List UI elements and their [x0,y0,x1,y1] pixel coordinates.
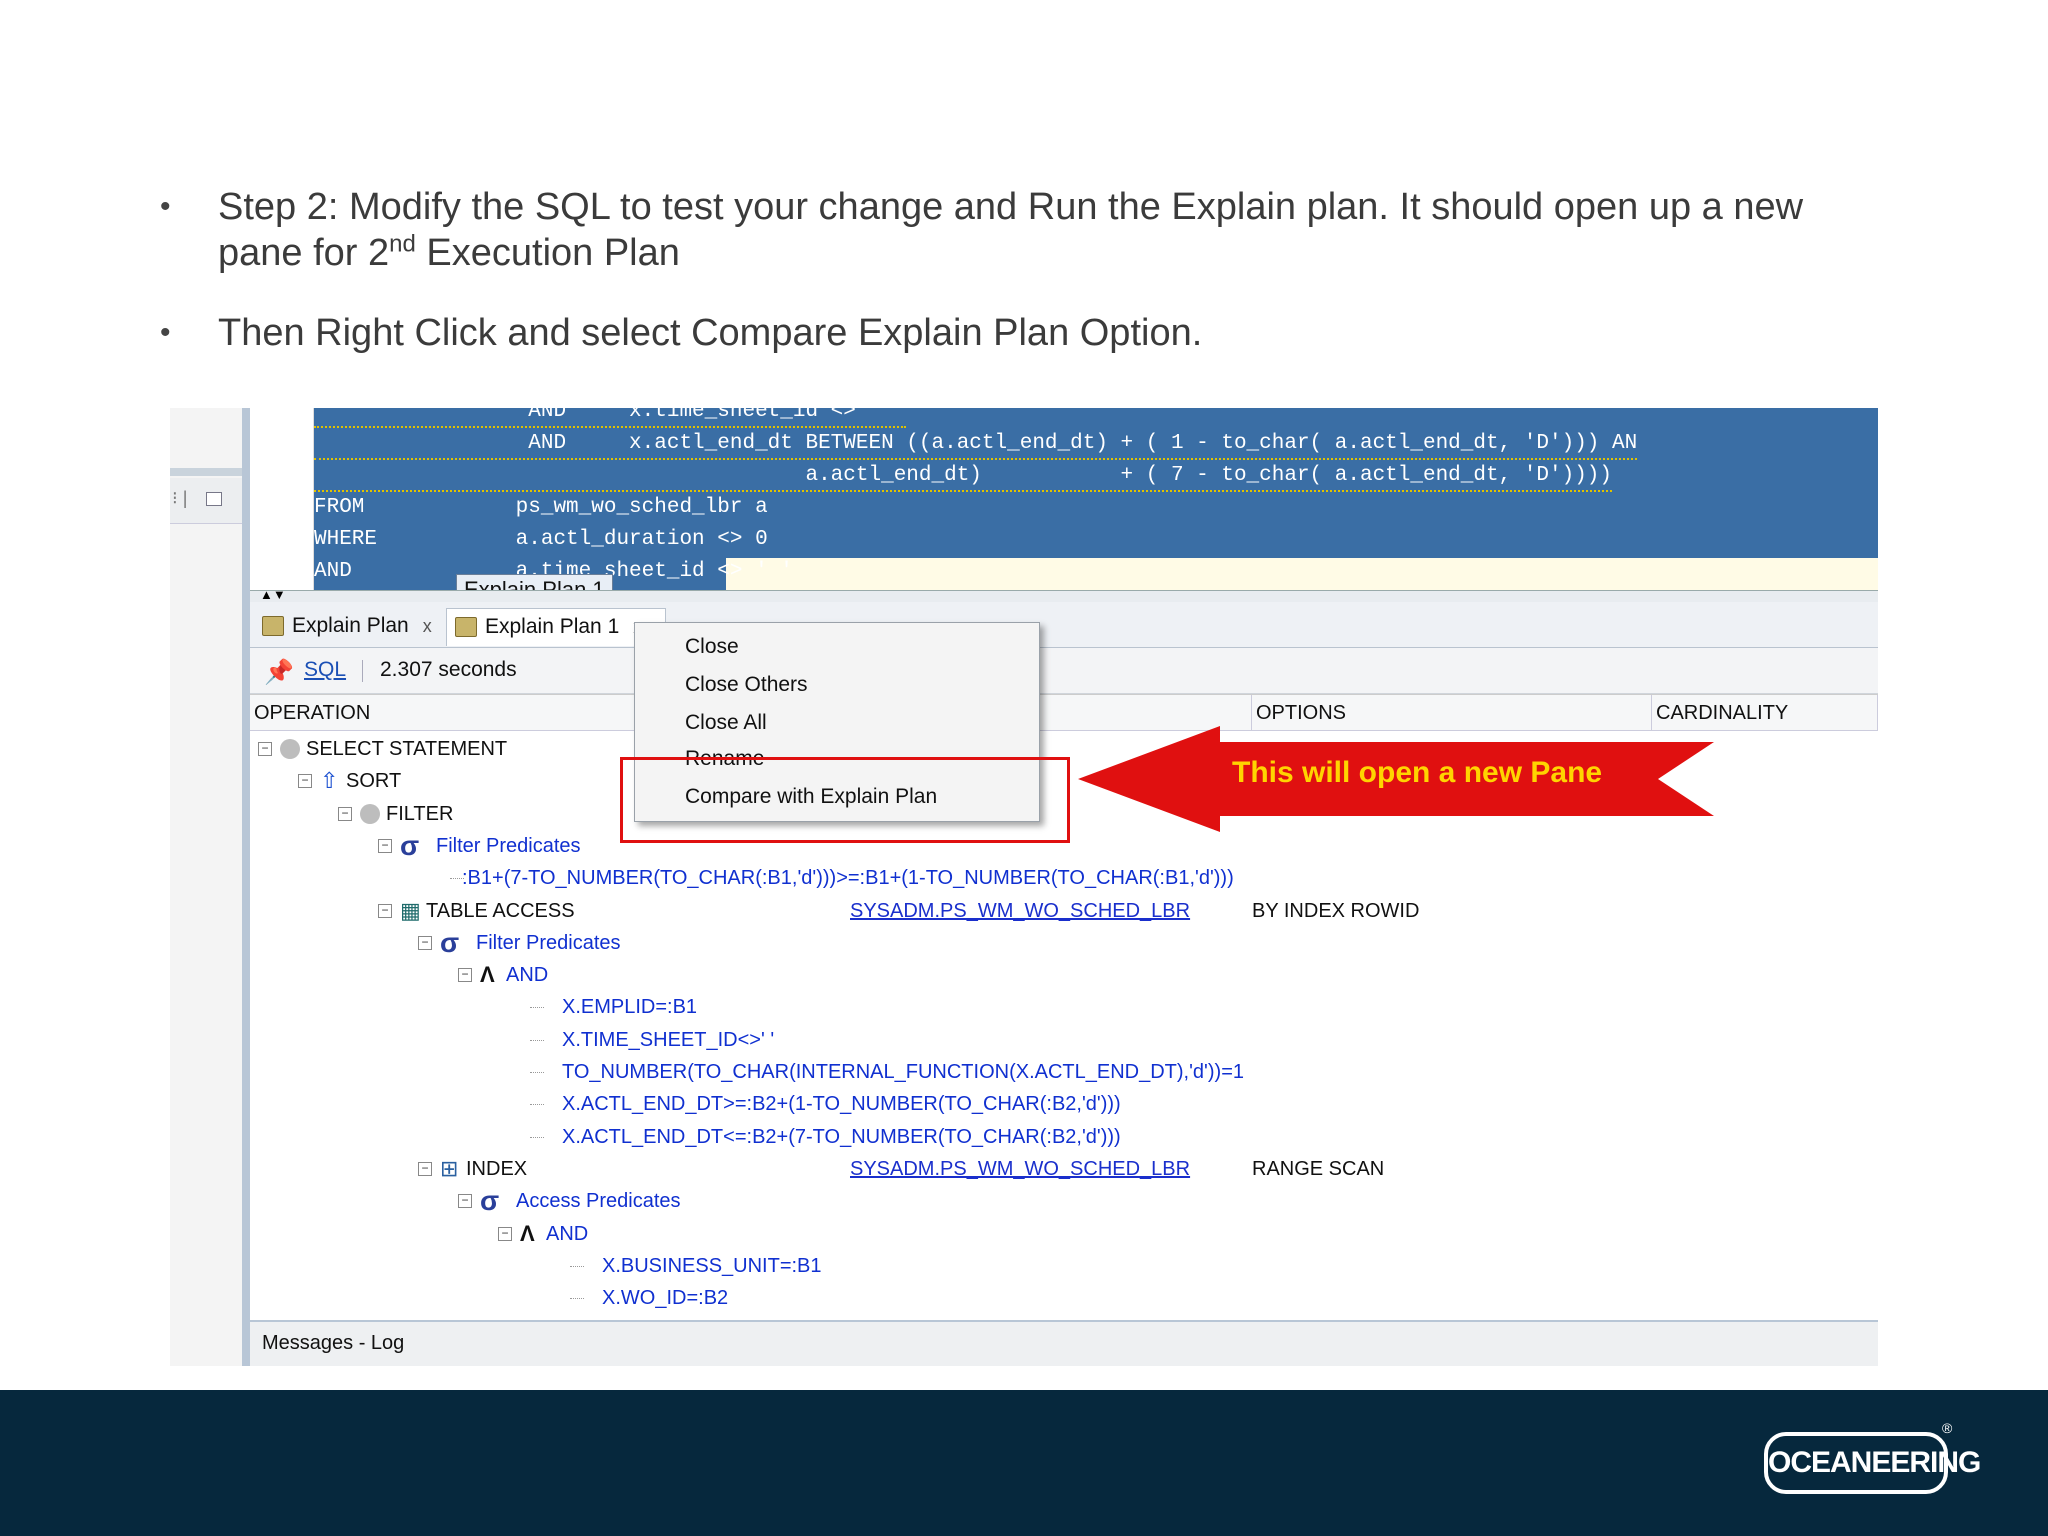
sort-icon: ⇧ [320,768,339,794]
collapse-toggle-icon[interactable]: − [258,742,272,756]
predicate-icon: σ [440,926,460,958]
bullet-step2: • Step 2: Modify the SQL to test your ch… [160,184,1960,276]
table-row[interactable]: X.TIME_SHEET_ID<>' ' [250,1024,1878,1056]
collapse-toggle-icon[interactable]: − [498,1226,512,1241]
bullet-dot: • [160,190,171,223]
pane-splitter[interactable]: ▲▼ [250,587,1878,602]
collapse-toggle-icon[interactable]: − [458,968,472,983]
close-icon[interactable]: x [423,616,432,636]
sql-editor[interactable]: AND x.time_sheet_id <> ' ' AND x.actl_en… [250,408,1878,590]
highlight-box [620,757,1070,843]
table-row[interactable]: X.WO_ID=:B2 [250,1282,1878,1314]
operation-label: Access Predicates [516,1190,681,1213]
operation-label: SELECT STATEMENT [306,738,508,760]
pin-icon[interactable]: 📌 [264,658,294,687]
editor-line: a.actl_end_dt) + ( 7 - to_char( a.actl_e… [314,460,1613,492]
menu-item-close[interactable]: Close [685,635,739,659]
predicate-icon: σ [400,829,420,861]
explain-plan-icon [455,617,477,637]
bullet-step2-line1: Step 2: Modify the SQL to test your chan… [218,186,1804,228]
operation-label: X.ACTL_END_DT>=:B2+(1-TO_NUMBER(TO_CHAR(… [562,1093,1121,1116]
results-toolbar: 📌 SQL 2.307 seconds [250,648,1878,694]
table-row[interactable]: :B1+(7-TO_NUMBER(TO_CHAR(:B1,'d')))>=:B1… [250,862,1878,894]
table-row[interactable]: X.EMPLID=:B1 [250,991,1878,1023]
registered-mark: ® [1942,1420,1953,1436]
callout-text: This will open a new Pane [1232,756,1603,789]
operation-node-icon [280,739,300,759]
menu-item-close-others[interactable]: Close Others [685,673,808,697]
collapse-toggle-icon[interactable]: − [298,774,312,789]
operation-label: X.BUSINESS_UNIT=:B1 [602,1254,822,1277]
operation-label: TO_NUMBER(TO_CHAR(INTERNAL_FUNCTION(X.AC… [562,1061,1244,1083]
editor-gutter [250,408,314,590]
table-icon: ▦ [400,897,421,923]
editor-line: AND x.time_sheet_id <> ' ' [314,408,907,428]
oceaneering-logo: OCEANEERING [1764,1432,1981,1494]
operation-label: X.EMPLID=:B1 [562,996,698,1019]
table-row[interactable]: X.ACTL_END_DT<=:B2+(7-TO_NUMBER(TO_CHAR(… [250,1121,1878,1153]
collapse-toggle-icon[interactable]: − [458,1194,472,1209]
collapse-arrows-icon[interactable]: ▲▼ [260,587,286,602]
menu-item-close-all[interactable]: Close All [685,711,767,735]
sql-link[interactable]: SQL [304,658,346,682]
ide-screenshot: ⁝ | AND x.time_sheet_id <> ' ' AND x.act… [170,408,1878,1366]
editor-line: AND x.actl_end_dt BETWEEN ((a.actl_end_d… [314,428,1638,460]
object-name-link[interactable]: SYSADM.PS_WM_WO_SCHED_LBR [850,1153,1190,1185]
operation-node-icon [360,803,380,824]
collapse-toggle-icon[interactable]: − [378,903,392,918]
messages-log-tab[interactable]: Messages - Log [250,1320,1878,1366]
bullet-step2-line2: pane for 2nd Execution Plan [218,230,680,274]
collapse-toggle-icon[interactable]: − [378,838,392,853]
operation-label: AND [546,1222,589,1245]
execution-time: 2.307 seconds [380,658,517,681]
operation-label: INDEX [466,1157,528,1180]
predicate-icon: σ [480,1185,500,1217]
options-value: RANGE SCAN [1252,1157,1385,1180]
slide: • Step 2: Modify the SQL to test your ch… [0,0,2048,1536]
table-row[interactable]: − ▦ TABLE ACCESS SYSADM.PS_WM_WO_SCHED_LBR B… [250,895,1878,927]
collapse-toggle-icon[interactable]: − [418,935,432,950]
editor-line: FROM ps_wm_wo_sched_lbr a [314,496,768,519]
table-row[interactable]: TO_NUMBER(TO_CHAR(INTERNAL_FUNCTION(X.AC… [250,1056,1878,1088]
table-row[interactable]: X.ACTL_END_DT>=:B2+(1-TO_NUMBER(TO_CHAR(… [250,1088,1878,1120]
collapse-toggle-icon[interactable]: − [338,806,352,821]
table-row[interactable]: − σ Filter Predicates [250,927,1878,959]
operation-label: X.WO_ID=:B2 [602,1287,729,1310]
minimize-controls[interactable]: ⁝ | [170,478,242,524]
table-row[interactable]: − Λ AND [250,1218,1878,1250]
panel-divider[interactable] [242,408,250,1366]
minimize-icon[interactable] [206,492,222,506]
operation-label: SORT [346,770,402,793]
tab-explain-plan-1[interactable]: Explain Plan 1x [446,608,666,646]
result-tabs: Explain Planx Explain Plan 1x [250,602,1878,648]
and-icon: Λ [480,962,495,988]
bullet-dot: • [160,316,171,349]
operation-label: FILTER [386,802,454,825]
table-row[interactable]: − Λ AND [250,959,1878,991]
editor-line: WHERE a.actl_duration <> 0 [314,528,768,551]
explain-plan-icon [262,616,284,636]
operation-label: X.TIME_SHEET_ID<>' ' [562,1028,775,1051]
object-name-link[interactable]: SYSADM.PS_WM_WO_SCHED_LBR [850,895,1190,927]
options-value: BY INDEX ROWID [1252,899,1420,922]
left-panel: ⁝ | [170,408,242,1366]
operation-label: X.ACTL_END_DT<=:B2+(7-TO_NUMBER(TO_CHAR(… [562,1125,1121,1148]
operation-label: AND [506,964,549,987]
operation-label: TABLE ACCESS [426,899,575,922]
operation-label: Filter Predicates [436,834,581,857]
footer-bar [0,1390,2048,1536]
table-row[interactable]: − ⊞ INDEX SYSADM.PS_WM_WO_SCHED_LBR RANGE SC… [250,1153,1878,1185]
table-row[interactable]: − σ Access Predicates [250,1185,1878,1217]
bullet-right-click: • Then Right Click and select Compare Ex… [160,312,1203,354]
collapse-toggle-icon[interactable]: − [418,1161,432,1176]
index-icon: ⊞ [440,1155,459,1181]
tab-explain-plan[interactable]: Explain Plan x [254,608,432,646]
and-icon: Λ [520,1220,535,1246]
operation-label: Filter Predicates [476,931,621,954]
table-row[interactable]: X.BUSINESS_UNIT=:B1 [250,1250,1878,1282]
operation-label: :B1+(7-TO_NUMBER(TO_CHAR(:B1,'d')))>=:B1… [462,867,1234,890]
